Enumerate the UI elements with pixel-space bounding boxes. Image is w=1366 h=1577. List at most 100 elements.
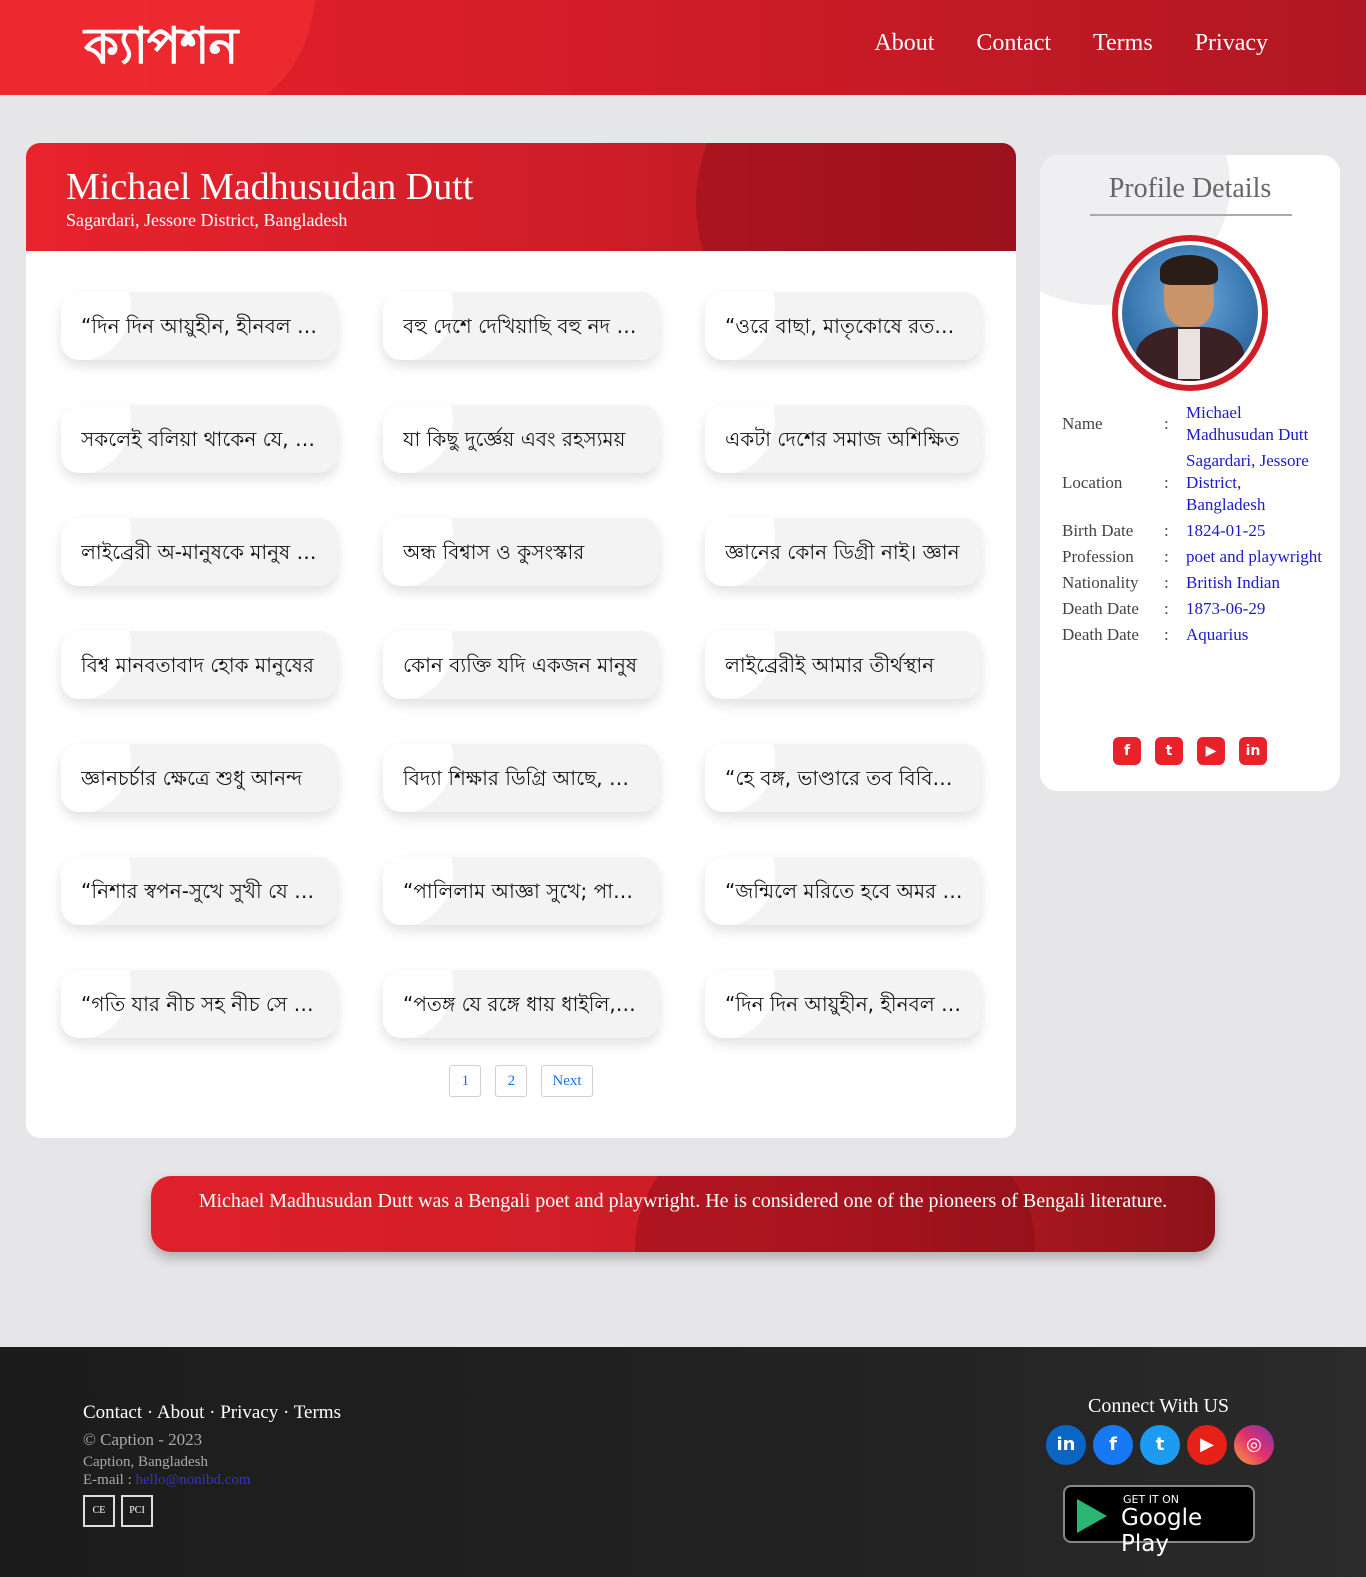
quote-text: যা কিছু দুর্জ্ঞেয় এবং রহস্যময়	[403, 427, 626, 451]
quote-text: “ওরে বাছা, মাতৃকোষে রতনের রাজি	[725, 314, 963, 338]
author-avatar	[1112, 235, 1268, 391]
portrait-shirt	[1178, 329, 1200, 379]
quote-card[interactable]: লাইব্রেরীই আমার তীর্থস্থান	[705, 631, 981, 699]
detail-separator: :	[1164, 521, 1169, 540]
store-big-text: Google Play	[1121, 1505, 1203, 1557]
quote-card[interactable]: যা কিছু দুর্জ্ঞেয় এবং রহস্যময়	[383, 405, 659, 473]
instagram-icon[interactable]: ◎	[1234, 1425, 1274, 1465]
quote-text: অন্ধ বিশ্বাস ও কুসংস্কার	[403, 540, 585, 564]
linkedin-icon[interactable]: in	[1239, 737, 1267, 765]
detail-separator: :	[1164, 573, 1169, 592]
detail-value: 1824-01-25	[1186, 521, 1266, 540]
detail-value: Michael Madhusudan Dutt	[1186, 403, 1309, 444]
quote-card[interactable]: জ্ঞানের কোন ডিগ্রী নাই। জ্ঞান	[705, 518, 981, 586]
quotes-card: Michael Madhusudan Dutt Sagardari, Jesso…	[26, 143, 1016, 1138]
quote-card[interactable]: লাইব্রেরী অ-মানুষকে মানুষ করে	[61, 518, 337, 586]
quote-text: একটা দেশের সমাজ অশিক্ষিত	[725, 427, 960, 451]
youtube-icon[interactable]: ▶	[1187, 1425, 1227, 1465]
title-divider	[1090, 214, 1292, 216]
detail-row: Name: Michael Madhusudan Dutt	[1062, 402, 1322, 446]
quote-card[interactable]: বহু দেশে দেখিয়াছি বহু নদ দলে	[383, 292, 659, 360]
quote-card[interactable]: “জন্মিলে মরিতে হবে অমর কে কোথা	[705, 857, 981, 925]
quote-card[interactable]: “গতি যার নীচ সহ নীচ সে দুর্মতি	[61, 970, 337, 1038]
footer-link-privacy[interactable]: Privacy	[220, 1402, 278, 1423]
quote-card[interactable]: বিদ্যা শিক্ষার ডিগ্রি আছে, জ্ঞানের	[383, 744, 659, 812]
nav-terms[interactable]: Terms	[1093, 30, 1153, 57]
site-footer: Contact · About · Privacy · Terms © Capt…	[0, 1347, 1366, 1577]
quote-card[interactable]: একটা দেশের সমাজ অশিক্ষিত	[705, 405, 981, 473]
nav-privacy[interactable]: Privacy	[1195, 30, 1268, 57]
nav-contact[interactable]: Contact	[976, 30, 1051, 57]
page-2-button[interactable]: 2	[495, 1065, 528, 1097]
author-location: Sagardari, Jessore District, Bangladesh	[66, 210, 348, 230]
quote-text: “দিন দিন আয়ুহীন, হীনবল দিন দিন	[725, 992, 963, 1016]
quote-text: “গতি যার নীচ সহ নীচ সে দুর্মতি	[81, 992, 319, 1016]
quote-text: জ্ঞানের কোন ডিগ্রী নাই। জ্ঞান	[725, 540, 960, 564]
footer-link-about[interactable]: About	[157, 1402, 205, 1423]
footer-link-contact[interactable]: Contact	[83, 1402, 142, 1423]
quote-card[interactable]: অন্ধ বিশ্বাস ও কুসংস্কার	[383, 518, 659, 586]
linkedin-icon[interactable]: in	[1046, 1425, 1086, 1465]
detail-separator: :	[1164, 625, 1169, 644]
profile-card: Profile Details Name: Michael Madhusudan …	[1040, 155, 1340, 791]
detail-row: Birth Date:1824-01-25	[1062, 520, 1322, 542]
quote-text: লাইব্রেরীই আমার তীর্থস্থান	[725, 653, 935, 677]
nav-about[interactable]: About	[874, 30, 934, 57]
quote-grid: “দিন দিন আয়ুহীন, হীনবল দিন দিন বহু দেশে…	[61, 292, 981, 1038]
quote-card[interactable]: কোন ব্যক্তি যদি একজন মানুষ	[383, 631, 659, 699]
detail-separator: :	[1164, 599, 1169, 618]
detail-separator: :	[1164, 473, 1169, 492]
portrait-image	[1122, 245, 1258, 381]
detail-label: Name	[1062, 414, 1103, 433]
certification-badges: CE PCI	[83, 1495, 153, 1527]
detail-row: Profession: poet and playwright	[1062, 546, 1322, 568]
detail-label: Profession	[1062, 547, 1134, 566]
quote-text: বহু দেশে দেখিয়াছি বহু নদ দলে	[403, 314, 641, 338]
ce-badge: CE	[83, 1495, 115, 1527]
quote-card[interactable]: “পালিলাম আজ্ঞা সুখে; পাইলাম	[383, 857, 659, 925]
quote-card[interactable]: জ্ঞানচর্চার ক্ষেত্রে শুধু আনন্দ	[61, 744, 337, 812]
detail-label: Location	[1062, 473, 1123, 492]
detail-label: Death Date	[1062, 625, 1139, 644]
detail-separator: :	[1164, 414, 1169, 433]
page-1-button[interactable]: 1	[449, 1065, 482, 1097]
detail-row: Nationality: British Indian	[1062, 572, 1322, 594]
quote-card[interactable]: “ওরে বাছা, মাতৃকোষে রতনের রাজি	[705, 292, 981, 360]
site-header: ক্যাপশন About Contact Terms Privacy	[0, 0, 1366, 95]
author-name: Michael Madhusudan Dutt	[66, 166, 474, 208]
quote-text: “জন্মিলে মরিতে হবে অমর কে কোথা	[725, 879, 963, 903]
next-page-button[interactable]: Next	[541, 1065, 593, 1097]
twitter-icon[interactable]: t	[1140, 1425, 1180, 1465]
connect-title: Connect With US	[1088, 1395, 1230, 1417]
quote-card[interactable]: “পতঙ্গ যে রঙ্গে ধায় ধাইলি, অবোধ	[383, 970, 659, 1038]
detail-separator: :	[1164, 547, 1169, 566]
copyright: © Caption - 2023	[83, 1430, 203, 1449]
quote-card[interactable]: “দিন দিন আয়ুহীন, হীনবল দিন দিন	[705, 970, 981, 1038]
footer-links: Contact · About · Privacy · Terms	[83, 1402, 341, 1423]
footer-address: Caption, Bangladesh	[83, 1454, 208, 1470]
detail-value: Sagardari, Jessore District, Bangladesh	[1186, 451, 1309, 514]
profile-title: Profile Details	[1108, 173, 1272, 204]
twitter-icon[interactable]: t	[1155, 737, 1183, 765]
quote-text: “দিন দিন আয়ুহীন, হীনবল দিন দিন	[81, 314, 319, 338]
footer-link-terms[interactable]: Terms	[294, 1402, 341, 1423]
google-play-icon	[1077, 1499, 1107, 1533]
quote-card[interactable]: “হে বঙ্গ, ভাণ্ডারে তব বিবিধ রতন	[705, 744, 981, 812]
quote-card[interactable]: সকলেই বলিয়া থাকেন যে, কাব্য	[61, 405, 337, 473]
detail-label: Nationality	[1062, 573, 1139, 592]
quote-text: “হে বঙ্গ, ভাণ্ডারে তব বিবিধ রতন	[725, 766, 963, 790]
quote-text: লাইব্রেরী অ-মানুষকে মানুষ করে	[81, 540, 319, 564]
top-nav: About Contact Terms Privacy	[874, 30, 1268, 57]
quote-card[interactable]: বিশ্ব মানবতাবাদ হোক মানুষের	[61, 631, 337, 699]
quote-card[interactable]: “নিশার স্বপন-সুখে সুখী যে কি সুখ	[61, 857, 337, 925]
youtube-icon[interactable]: ▶	[1197, 737, 1225, 765]
quote-card[interactable]: “দিন দিন আয়ুহীন, হীনবল দিন দিন	[61, 292, 337, 360]
email-link[interactable]: hello@nonibd.com	[136, 1472, 251, 1488]
google-play-badge[interactable]: GET IT ON Google Play	[1063, 1485, 1255, 1557]
facebook-icon[interactable]: f	[1113, 737, 1141, 765]
quote-text: “পতঙ্গ যে রঙ্গে ধায় ধাইলি, অবোধ	[403, 992, 641, 1016]
detail-label: Death Date	[1062, 599, 1139, 618]
site-logo[interactable]: ক্যাপশন	[84, 16, 238, 76]
facebook-icon[interactable]: f	[1093, 1425, 1133, 1465]
portrait-hair	[1160, 255, 1218, 285]
